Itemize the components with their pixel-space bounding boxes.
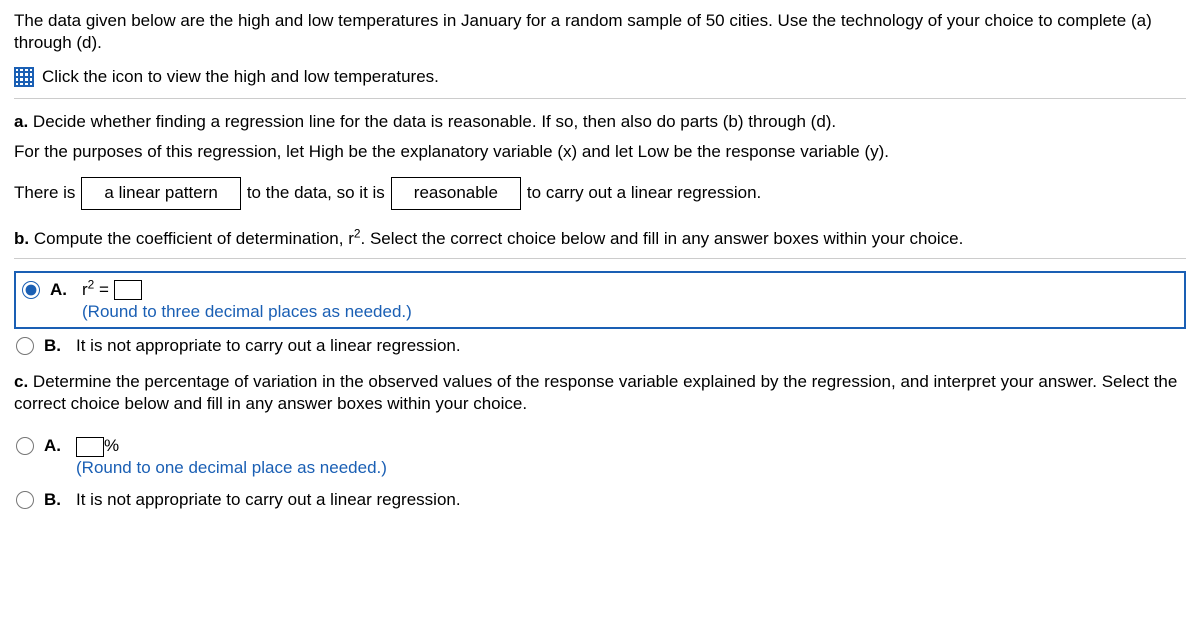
- part-a-vars: For the purposes of this regression, let…: [14, 141, 1186, 163]
- icon-link-text[interactable]: Click the icon to view the high and low …: [42, 66, 439, 88]
- part-c-choices: A. % (Round to one decimal place as need…: [14, 429, 1186, 515]
- unit-label: %: [104, 436, 119, 455]
- radio-b-a[interactable]: [22, 281, 40, 299]
- radio-c-a[interactable]: [16, 437, 34, 455]
- text-fragment: There is: [14, 182, 75, 204]
- radio-c-b[interactable]: [16, 491, 34, 509]
- choice-b-b[interactable]: B. It is not appropriate to carry out a …: [14, 329, 1186, 361]
- choice-text: It is not appropriate to carry out a lin…: [76, 489, 1186, 511]
- choice-text: It is not appropriate to carry out a lin…: [76, 335, 1186, 357]
- choice-c-a[interactable]: A. % (Round to one decimal place as need…: [14, 429, 1186, 483]
- input-r-squared[interactable]: [114, 280, 142, 300]
- select-reasonable[interactable]: reasonable: [391, 177, 521, 209]
- choice-letter: A.: [50, 279, 70, 301]
- input-percent[interactable]: [76, 437, 104, 457]
- table-icon[interactable]: [14, 67, 34, 87]
- part-a-prompt: a. Decide whether finding a regression l…: [14, 111, 1186, 133]
- choice-letter: B.: [44, 335, 64, 357]
- rounding-note: (Round to one decimal place as needed.): [76, 458, 387, 477]
- choice-letter: B.: [44, 489, 64, 511]
- separator: [14, 258, 1186, 259]
- choice-letter: A.: [44, 435, 64, 457]
- part-a-sentence: There is a linear pattern to the data, s…: [14, 177, 1186, 209]
- radio-b-b[interactable]: [16, 337, 34, 355]
- rounding-note: (Round to three decimal places as needed…: [82, 302, 412, 321]
- text-fragment: =: [94, 280, 113, 299]
- choice-c-b[interactable]: B. It is not appropriate to carry out a …: [14, 483, 1186, 515]
- choice-b-a[interactable]: A. r2 = (Round to three decimal places a…: [14, 271, 1186, 329]
- text-fragment: to carry out a linear regression.: [527, 182, 761, 204]
- select-pattern[interactable]: a linear pattern: [81, 177, 240, 209]
- intro-text: The data given below are the high and lo…: [14, 10, 1186, 54]
- part-b-prompt: b. Compute the coefficient of determinat…: [14, 228, 1186, 250]
- text-fragment: to the data, so it is: [247, 182, 385, 204]
- part-b-choices: A. r2 = (Round to three decimal places a…: [14, 271, 1186, 361]
- separator: [14, 98, 1186, 99]
- part-c-prompt: c. Determine the percentage of variation…: [14, 371, 1186, 415]
